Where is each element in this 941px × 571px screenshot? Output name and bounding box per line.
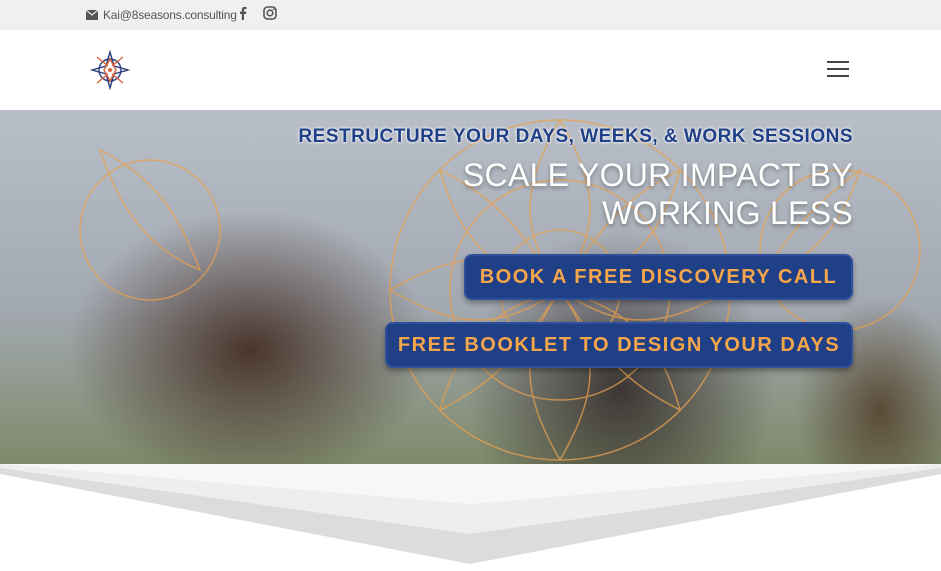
section-divider	[0, 464, 941, 571]
instagram-icon[interactable]	[263, 6, 277, 20]
site-header	[0, 30, 941, 110]
free-booklet-button[interactable]: FREE BOOKLET TO DESIGN YOUR DAYS	[385, 322, 853, 368]
email-text: Kai@8seasons.consulting	[103, 8, 237, 22]
hamburger-menu-icon[interactable]	[827, 61, 849, 77]
book-discovery-call-button[interactable]: BOOK A FREE DISCOVERY CALL	[464, 254, 853, 300]
facebook-icon[interactable]	[236, 6, 250, 20]
envelope-icon	[86, 10, 98, 20]
hero-kicker: RESTRUCTURE YOUR DAYS, WEEKS, & WORK SES…	[298, 126, 853, 147]
logo-icon[interactable]	[90, 50, 130, 90]
hero-headline: SCALE YOUR IMPACT BY WORKING LESS	[462, 157, 853, 231]
email-link[interactable]: Kai@8seasons.consulting	[86, 8, 237, 22]
top-bar: Kai@8seasons.consulting	[0, 0, 941, 30]
hero-section: RESTRUCTURE YOUR DAYS, WEEKS, & WORK SES…	[0, 110, 941, 464]
